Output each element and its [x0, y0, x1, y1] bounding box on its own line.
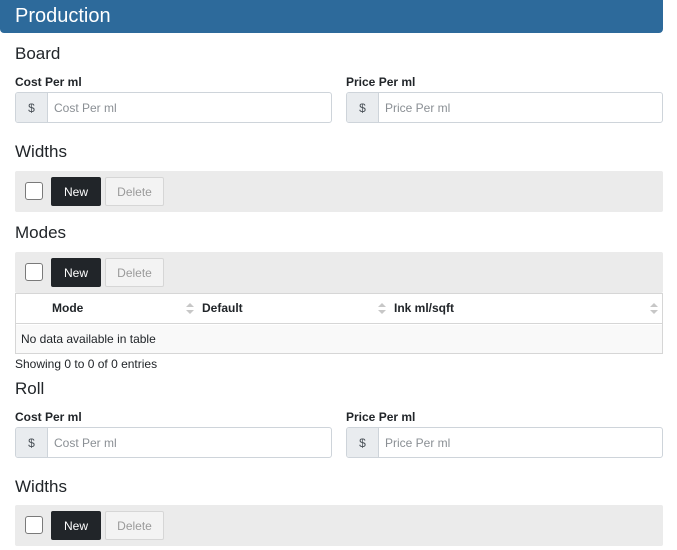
new-button[interactable]: New: [51, 258, 101, 287]
board-widths-toolbar: New Delete: [15, 171, 663, 212]
board-price-input[interactable]: [379, 93, 662, 122]
table-info: Showing 0 to 0 of 0 entries: [15, 357, 158, 371]
board-cost-input-group: $: [15, 92, 332, 123]
roll-cost-input-group: $: [15, 427, 332, 458]
page-header: Production: [0, 0, 663, 33]
roll-cost-label: Cost Per ml: [15, 410, 82, 424]
empty-table-row: No data available in table: [16, 325, 662, 353]
board-cost-input[interactable]: [48, 93, 331, 122]
roll-cost-input[interactable]: [48, 428, 331, 457]
sort-icon[interactable]: [650, 303, 658, 315]
column-header-ink[interactable]: Ink ml/sqft: [394, 294, 454, 324]
dollar-addon: $: [347, 428, 379, 457]
dollar-addon: $: [347, 93, 379, 122]
board-price-label: Price Per ml: [346, 75, 416, 89]
delete-button[interactable]: Delete: [105, 177, 164, 206]
select-all-checkbox[interactable]: [25, 263, 43, 281]
dollar-addon: $: [16, 93, 48, 122]
roll-widths-toolbar: New Delete: [15, 505, 663, 546]
board-section-title: Board: [15, 44, 61, 63]
select-all-checkbox[interactable]: [25, 182, 43, 200]
board-cost-label: Cost Per ml: [15, 75, 82, 89]
column-header-default[interactable]: Default: [202, 294, 243, 324]
board-widths-title: Widths: [15, 142, 67, 161]
roll-price-input-group: $: [346, 427, 663, 458]
table-header: Mode Default Ink ml/sqft: [16, 294, 662, 324]
new-button[interactable]: New: [51, 177, 101, 206]
roll-price-label: Price Per ml: [346, 410, 416, 424]
roll-price-input[interactable]: [379, 428, 662, 457]
roll-section-title: Roll: [15, 379, 45, 398]
delete-button[interactable]: Delete: [105, 511, 164, 540]
delete-button[interactable]: Delete: [105, 258, 164, 287]
new-button[interactable]: New: [51, 511, 101, 540]
select-all-checkbox[interactable]: [25, 516, 43, 534]
sort-icon[interactable]: [378, 303, 386, 315]
sort-icon[interactable]: [186, 303, 194, 315]
page-title: Production: [15, 5, 111, 27]
modes-toolbar: New Delete: [15, 252, 663, 293]
dollar-addon: $: [16, 428, 48, 457]
modes-table: Mode Default Ink ml/sqft No data availab…: [15, 293, 663, 354]
roll-widths-title: Widths: [15, 477, 67, 496]
column-header-mode[interactable]: Mode: [52, 294, 83, 324]
modes-title: Modes: [15, 223, 67, 242]
board-price-input-group: $: [346, 92, 663, 123]
